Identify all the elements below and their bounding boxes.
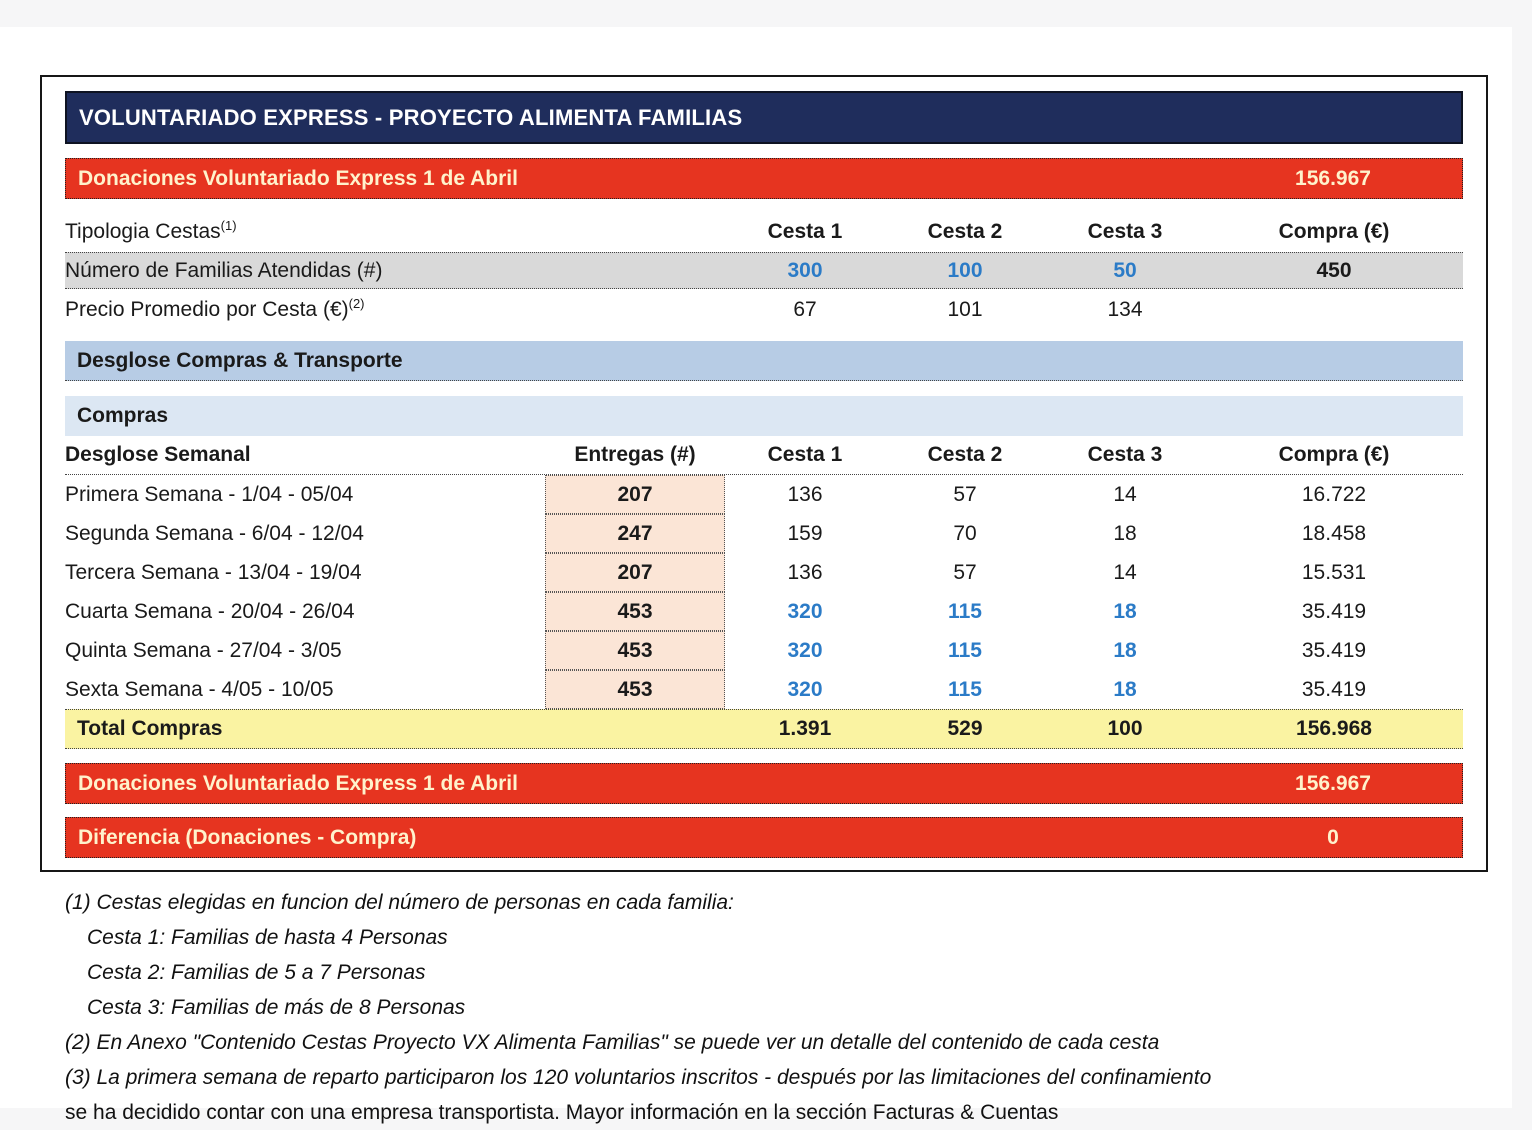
weekly-header-cesta1: Cesta 1 xyxy=(767,443,843,466)
week1-cesta1: 136 xyxy=(787,482,823,506)
section-desglose-transporte: Desglose Compras & Transporte xyxy=(65,341,1463,381)
week1-entregas: 207 xyxy=(545,475,725,514)
page-title: VOLUNTARIADO EXPRESS - PROYECTO ALIMENTA… xyxy=(79,104,743,130)
donaciones-top-bar: Donaciones Voluntariado Express 1 de Abr… xyxy=(65,158,1463,199)
table-row-week4: Cuarta Semana - 20/04 - 26/04 453 320 11… xyxy=(65,592,1463,631)
week2-label: Segunda Semana - 6/04 - 12/04 xyxy=(65,521,364,545)
week3-compra: 15.531 xyxy=(1301,560,1367,584)
familias-row: Número de Familias Atendidas (#) 300 100… xyxy=(65,252,1463,289)
week3-label: Tercera Semana - 13/04 - 19/04 xyxy=(65,560,362,584)
week4-cesta3: 18 xyxy=(1113,599,1137,623)
week2-cesta2: 70 xyxy=(953,521,977,545)
week5-cesta3: 18 xyxy=(1113,638,1137,662)
week6-cesta3: 18 xyxy=(1113,677,1137,701)
weekly-header-cesta3: Cesta 3 xyxy=(1087,443,1163,466)
precio-cesta2-value: 101 xyxy=(947,298,983,321)
week5-compra: 35.419 xyxy=(1301,638,1367,662)
main-table-box: VOLUNTARIADO EXPRESS - PROYECTO ALIMENTA… xyxy=(40,75,1488,872)
weekly-header-label: Desglose Semanal xyxy=(65,443,251,466)
weekly-header-cesta2: Cesta 2 xyxy=(927,443,1003,466)
donaciones-top-value: 156.967 xyxy=(1295,166,1371,190)
familias-cesta2-value: 100 xyxy=(947,258,983,282)
week4-entregas: 453 xyxy=(545,592,725,631)
donaciones-top-label: Donaciones Voluntariado Express 1 de Abr… xyxy=(78,166,518,190)
week2-compra: 18.458 xyxy=(1301,521,1367,545)
week6-cesta2: 115 xyxy=(948,677,982,701)
footnote-ref-2: (2) xyxy=(348,296,365,311)
footnote-3: (3) La primera semana de reparto partici… xyxy=(65,1066,1212,1089)
total-cesta1: 1.391 xyxy=(778,717,832,740)
title-bar: VOLUNTARIADO EXPRESS - PROYECTO ALIMENTA… xyxy=(65,91,1463,144)
week4-label: Cuarta Semana - 20/04 - 26/04 xyxy=(65,599,355,623)
familias-cesta1-value: 300 xyxy=(787,258,823,282)
familias-total-value: 450 xyxy=(1316,258,1352,282)
week5-entregas: 453 xyxy=(545,631,725,670)
diferencia-label: Diferencia (Donaciones - Compra) xyxy=(78,825,417,849)
week3-cesta3: 14 xyxy=(1113,560,1137,584)
footnote-cesta1: Cesta 1: Familias de hasta 4 Personas xyxy=(87,926,448,949)
familias-label: Número de Familias Atendidas (#) xyxy=(65,258,383,282)
week1-cesta3: 14 xyxy=(1113,482,1137,506)
donaciones-bottom-label: Donaciones Voluntariado Express 1 de Abr… xyxy=(78,771,518,795)
diferencia-value: 0 xyxy=(1327,825,1339,849)
section-compras: Compras xyxy=(65,396,1463,436)
weekly-header-compra: Compra (€) xyxy=(1278,443,1390,466)
document-page: VOLUNTARIADO EXPRESS - PROYECTO ALIMENTA… xyxy=(0,27,1512,1124)
total-cesta3: 100 xyxy=(1107,717,1143,740)
donaciones-bottom-value: 156.967 xyxy=(1295,771,1371,795)
week5-label: Quinta Semana - 27/04 - 3/05 xyxy=(65,638,342,662)
donaciones-bottom-bar: Donaciones Voluntariado Express 1 de Abr… xyxy=(65,763,1463,804)
week6-cesta1: 320 xyxy=(787,677,823,701)
precio-row: Precio Promedio por Cesta (€)(2) 67 101 … xyxy=(65,289,1463,331)
weekly-table-header: Desglose Semanal Entregas (#) Cesta 1 Ce… xyxy=(65,436,1463,475)
table-row-week6: Sexta Semana - 4/05 - 10/05 453 320 115 … xyxy=(65,670,1463,709)
footnote-cesta3: Cesta 3: Familias de más de 8 Personas xyxy=(87,996,466,1019)
week4-cesta1: 320 xyxy=(787,599,823,623)
weekly-header-entregas: Entregas (#) xyxy=(574,443,696,466)
precio-cesta3-value: 134 xyxy=(1107,298,1143,321)
week4-cesta2: 115 xyxy=(948,599,982,623)
table-row-week5: Quinta Semana - 27/04 - 3/05 453 320 115… xyxy=(65,631,1463,670)
familias-cesta3-value: 50 xyxy=(1113,258,1137,282)
diferencia-bar: Diferencia (Donaciones - Compra) 0 xyxy=(65,817,1463,858)
week2-entregas: 247 xyxy=(545,514,725,553)
total-compra: 156.968 xyxy=(1296,717,1372,740)
tipologia-header-row: Tipologia Cestas(1) Cesta 1 Cesta 2 Cest… xyxy=(65,212,1463,252)
week5-cesta2: 115 xyxy=(948,638,982,662)
precio-cesta1-value: 67 xyxy=(793,298,817,321)
footnote-2: (2) En Anexo "Contenido Cestas Proyecto … xyxy=(65,1031,1160,1054)
week1-cesta2: 57 xyxy=(953,482,977,506)
week6-entregas: 453 xyxy=(545,670,725,709)
table-row-week3: Tercera Semana - 13/04 - 19/04 207 136 5… xyxy=(65,553,1463,592)
footnote-1: (1) Cestas elegidas en funcion del númer… xyxy=(65,891,734,914)
footnote-ref-1: (1) xyxy=(220,218,237,233)
week6-compra: 35.419 xyxy=(1301,677,1367,701)
column-header-cesta1: Cesta 1 xyxy=(767,220,843,243)
footnotes: (1) Cestas elegidas en funcion del númer… xyxy=(65,885,1465,1130)
week2-cesta1: 159 xyxy=(787,521,823,545)
column-header-cesta2: Cesta 2 xyxy=(927,220,1003,243)
week2-cesta3: 18 xyxy=(1113,521,1137,545)
precio-label: Precio Promedio por Cesta (€)(2) xyxy=(65,296,365,321)
week5-cesta1: 320 xyxy=(787,638,823,662)
week3-cesta2: 57 xyxy=(953,560,977,584)
tipologia-label: Tipologia Cestas(1) xyxy=(65,218,237,243)
table-row-week2: Segunda Semana - 6/04 - 12/04 247 159 70… xyxy=(65,514,1463,553)
week6-label: Sexta Semana - 4/05 - 10/05 xyxy=(65,677,334,701)
column-header-cesta3: Cesta 3 xyxy=(1087,220,1163,243)
total-compras-row: Total Compras 1.391 529 100 156.968 xyxy=(65,709,1463,749)
total-compras-label: Total Compras xyxy=(77,717,223,740)
week1-compra: 16.722 xyxy=(1301,482,1367,506)
table-row-week1: Primera Semana - 1/04 - 05/04 207 136 57… xyxy=(65,475,1463,514)
week3-entregas: 207 xyxy=(545,553,725,592)
week4-compra: 35.419 xyxy=(1301,599,1367,623)
footnote-3-continued: se ha decidido contar con una empresa tr… xyxy=(65,1101,1059,1124)
column-header-compra: Compra (€) xyxy=(1278,220,1390,243)
total-cesta2: 529 xyxy=(947,717,983,740)
week3-cesta1: 136 xyxy=(787,560,823,584)
week1-label: Primera Semana - 1/04 - 05/04 xyxy=(65,482,354,506)
footnote-cesta2: Cesta 2: Familias de 5 a 7 Personas xyxy=(87,961,426,984)
